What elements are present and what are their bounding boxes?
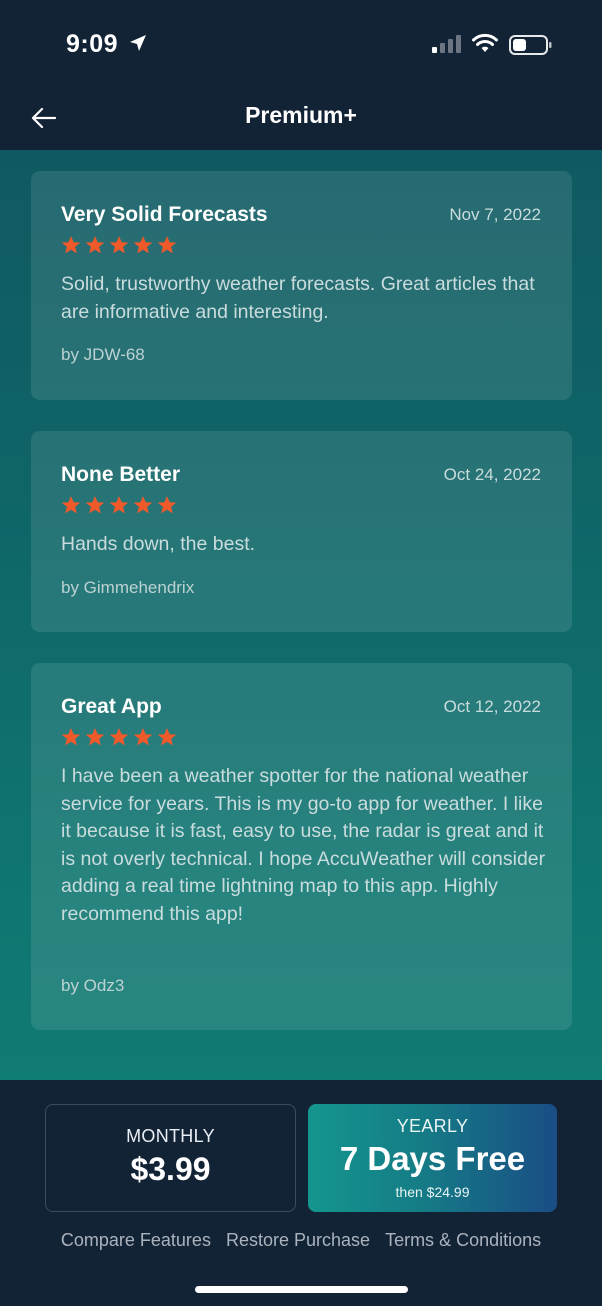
- monthly-plan-price: $3.99: [130, 1151, 211, 1187]
- star-icon: [85, 728, 105, 746]
- yearly-plan-button[interactable]: YEARLY 7 Days Free then $24.99: [308, 1104, 557, 1212]
- purchase-panel: MONTHLY $3.99 YEARLY 7 Days Free then $2…: [0, 1080, 602, 1306]
- review-date: Oct 24, 2022: [443, 465, 541, 484]
- star-icon: [85, 496, 105, 514]
- star-icon: [109, 496, 129, 514]
- review-date: Nov 7, 2022: [449, 205, 541, 224]
- review-title: Very Solid Forecasts: [61, 203, 268, 226]
- compare-features-link[interactable]: Compare Features: [61, 1230, 211, 1251]
- star-icon: [85, 236, 105, 254]
- star-icon: [157, 728, 177, 746]
- status-bar: 9:09: [0, 0, 602, 90]
- review-author: by JDW-68: [61, 345, 145, 364]
- star-rating: [61, 235, 177, 255]
- page-title: Premium+: [245, 102, 357, 128]
- nav-bar: Premium+: [0, 90, 602, 150]
- yearly-plan-price: then $24.99: [395, 1184, 470, 1200]
- status-time: 9:09: [66, 30, 119, 58]
- review-body: I have been a weather spotter for the na…: [61, 765, 546, 925]
- home-indicator[interactable]: [195, 1286, 408, 1293]
- yearly-plan-label: YEARLY: [396, 1116, 469, 1136]
- cellular-signal-icon: [432, 35, 461, 53]
- star-icon: [157, 236, 177, 254]
- monthly-plan-label: MONTHLY: [126, 1126, 215, 1146]
- review-body: Solid, trustworthy weather forecasts. Gr…: [61, 273, 535, 323]
- star-icon: [133, 728, 153, 746]
- star-icon: [133, 496, 153, 514]
- star-icon: [61, 728, 81, 746]
- review-title: Great App: [61, 695, 162, 718]
- reviews-list[interactable]: Very Solid Forecasts Nov 7, 2022 Solid, …: [0, 150, 602, 1080]
- yearly-plan-offer: 7 Days Free: [339, 1140, 526, 1177]
- star-rating: [61, 495, 177, 515]
- location-arrow-icon: [130, 35, 146, 51]
- review-card: Very Solid Forecasts Nov 7, 2022 Solid, …: [31, 171, 572, 400]
- footer-links: Compare Features Restore Purchase Terms …: [0, 1230, 602, 1251]
- star-icon: [61, 236, 81, 254]
- battery-icon: [509, 35, 552, 55]
- terms-conditions-link[interactable]: Terms & Conditions: [385, 1230, 541, 1251]
- monthly-plan-button[interactable]: MONTHLY $3.99: [45, 1104, 296, 1212]
- review-author: by Odz3: [61, 976, 125, 995]
- review-card: Great App Oct 12, 2022 I have been a wea…: [31, 663, 572, 1030]
- star-icon: [109, 236, 129, 254]
- star-icon: [61, 496, 81, 514]
- review-date: Oct 12, 2022: [443, 697, 541, 716]
- wifi-icon: [472, 33, 498, 52]
- review-title: None Better: [61, 463, 181, 486]
- review-author: by Gimmehendrix: [61, 578, 195, 597]
- star-icon: [109, 728, 129, 746]
- restore-purchase-link[interactable]: Restore Purchase: [226, 1230, 370, 1251]
- star-rating: [61, 727, 177, 747]
- star-icon: [157, 496, 177, 514]
- review-body: Hands down, the best.: [61, 533, 256, 555]
- review-card: None Better Oct 24, 2022 Hands down, the…: [31, 431, 572, 632]
- star-icon: [133, 236, 153, 254]
